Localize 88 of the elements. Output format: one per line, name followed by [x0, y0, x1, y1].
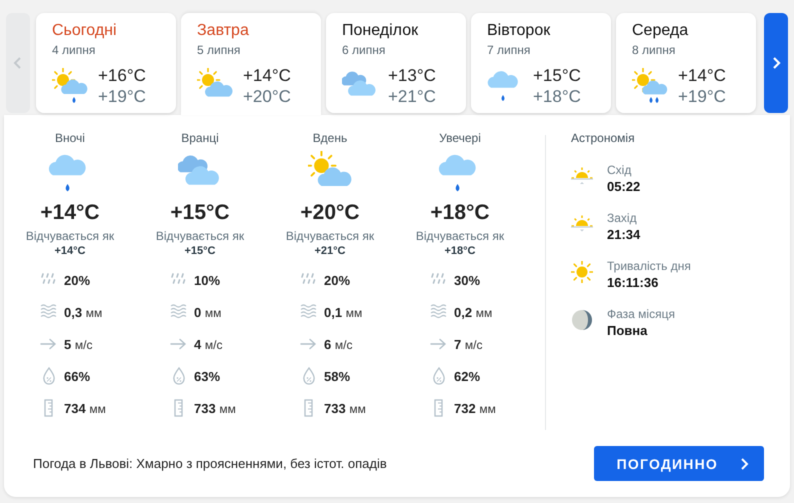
feels-like-temperature: +14°C [54, 245, 86, 258]
period-label: Вранці [181, 131, 219, 145]
detail-value: 0,2 мм [454, 304, 492, 320]
detail-value: 733 мм [194, 400, 236, 416]
max-temperature: +14°C [243, 65, 291, 86]
waves-icon [40, 303, 58, 321]
day-card[interactable]: Сьогодні 4 липня +16°C +19°C [36, 13, 176, 113]
detail-value: 733 мм [324, 400, 366, 416]
day-card[interactable]: Понеділок 6 липня +13°C +21°C [326, 13, 466, 113]
astronomy-label: Тривалість дня [607, 259, 691, 273]
day-date: 6 липня [342, 43, 386, 57]
feels-like-label: Відчувається як [286, 229, 374, 243]
droplet-icon [40, 367, 58, 385]
detail-value: 4 м/с [194, 336, 222, 352]
astronomy-label: Схід [607, 163, 632, 177]
detail-value: 7 м/с [454, 336, 482, 352]
droplet-icon [430, 367, 448, 385]
detail-value: 58% [324, 368, 350, 384]
period-temperature: +20°C [300, 200, 360, 226]
astronomy-label: Захід [607, 211, 638, 225]
astronomy-value: Повна [607, 322, 648, 339]
feels-like-temperature: +21°C [314, 245, 346, 258]
min-temperature: +21°C [388, 86, 436, 107]
sun-icon [571, 261, 593, 283]
period-temperature: +14°C [40, 200, 100, 226]
detail-value: 62% [454, 368, 480, 384]
hourly-button[interactable]: ПОГОДИННО [594, 446, 764, 481]
min-temperature: +19°C [678, 86, 726, 107]
feels-like-temperature: +18°C [444, 245, 476, 258]
feels-like-label: Відчувається як [156, 229, 244, 243]
min-temperature: +19°C [98, 86, 146, 107]
day-title: Середа [632, 21, 688, 41]
sunrise-icon [571, 165, 593, 187]
astronomy-value: 05:22 [607, 178, 640, 195]
chevron-right-icon [770, 55, 782, 71]
max-temperature: +13°C [388, 65, 436, 86]
max-temperature: +15°C [533, 65, 581, 86]
droplet-icon [170, 367, 188, 385]
feels-like-label: Відчувається як [26, 229, 114, 243]
detail-value: 6 м/с [324, 336, 352, 352]
detail-value: 0 мм [194, 304, 222, 320]
day-title: Сьогодні [52, 21, 117, 41]
detail-value: 20% [324, 272, 350, 288]
waves-icon [170, 303, 188, 321]
period-temperature: +18°C [430, 200, 490, 226]
chevron-right-icon [740, 456, 750, 470]
max-temperature: +14°C [678, 65, 726, 86]
next-button[interactable] [764, 13, 788, 113]
astronomy-value: 21:34 [607, 226, 640, 243]
day-title: Вівторок [487, 21, 550, 41]
day-date: 4 липня [52, 43, 96, 57]
sun-cloud-rain-icon [52, 68, 88, 104]
day-card[interactable]: Середа 8 липня +14°C +19°C [616, 13, 756, 113]
max-temperature: +16°C [98, 65, 146, 86]
min-temperature: +20°C [243, 86, 291, 107]
detail-value: 734 мм [64, 400, 106, 416]
day-date: 5 липня [197, 43, 240, 57]
day-card[interactable]: Вівторок 7 липня +15°C +18°C [471, 13, 611, 113]
detail-value: 63% [194, 368, 220, 384]
feels-like-temperature: +15°C [184, 245, 216, 258]
period-label: Вдень [312, 131, 348, 145]
day-card[interactable]: Завтра 5 липня +14°C +20°C [181, 13, 321, 115]
feels-like-label: Відчувається як [416, 229, 504, 243]
moon-icon [571, 309, 593, 331]
section-title: Астрономія [571, 131, 636, 145]
day-date: 7 липня [487, 43, 530, 57]
day-date: 8 липня [632, 43, 676, 57]
min-temperature: +18°C [533, 86, 581, 107]
detail-value: 0,3 мм [64, 304, 102, 320]
detail-value: 20% [64, 272, 90, 288]
droplet-icon [300, 367, 318, 385]
sun-cloud-rain-icon [632, 68, 668, 104]
waves-icon [430, 303, 448, 321]
day-title: Завтра [197, 21, 249, 41]
period-label: Увечері [439, 131, 481, 145]
detail-value: 0,1 мм [324, 304, 362, 320]
detail-value: 66% [64, 368, 90, 384]
period-temperature: +15°C [170, 200, 230, 226]
period-label: Вночі [55, 131, 85, 145]
detail-value: 5 м/с [64, 336, 92, 352]
detail-value: 732 мм [454, 400, 496, 416]
detail-value: 10% [194, 272, 220, 288]
astronomy-label: Фаза місяця [607, 307, 675, 321]
detail-value: 30% [454, 272, 480, 288]
waves-icon [300, 303, 318, 321]
astronomy-value: 16:11:36 [607, 274, 660, 291]
weather-summary: Погода в Львові: Хмарно з проясненнями, без істот. опадів [33, 456, 387, 471]
day-title: Понеділок [342, 21, 418, 41]
